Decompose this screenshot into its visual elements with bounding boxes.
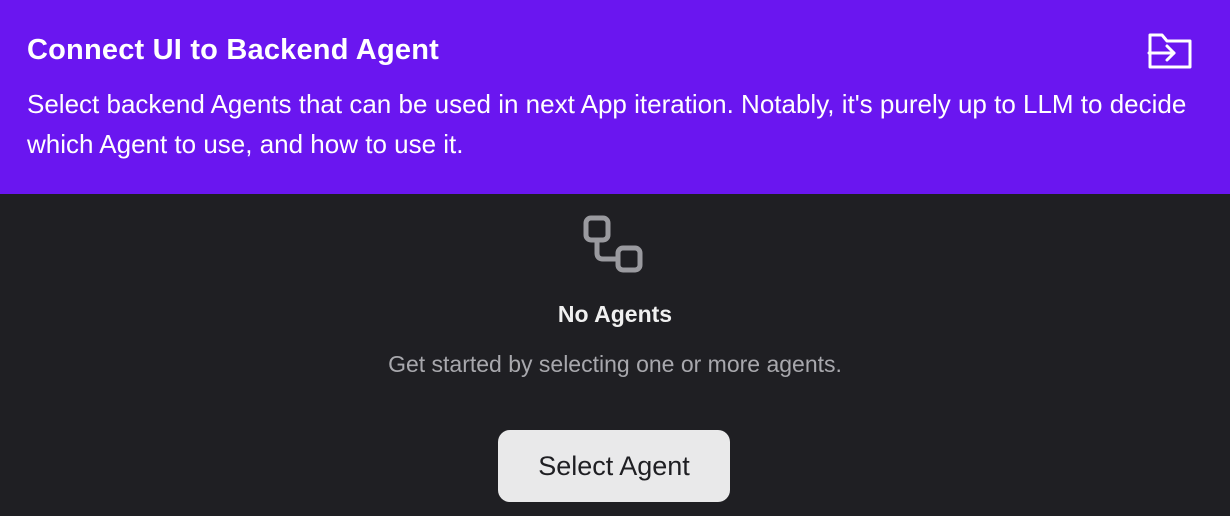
workflow-nodes-icon xyxy=(583,215,643,273)
page-title: Connect UI to Backend Agent xyxy=(27,34,439,66)
folder-import-button[interactable] xyxy=(1145,28,1195,72)
select-agent-button[interactable]: Select Agent xyxy=(498,430,730,502)
empty-state-subtitle: Get started by selecting one or more age… xyxy=(388,351,842,377)
panel-header: Connect UI to Backend Agent Select backe… xyxy=(0,0,1230,194)
connect-agent-panel: Connect UI to Backend Agent Select backe… xyxy=(0,0,1230,516)
page-description: Select backend Agents that can be used i… xyxy=(27,89,1187,159)
empty-state: No Agents Get started by selecting one o… xyxy=(0,194,1230,516)
empty-state-title: No Agents xyxy=(557,301,673,327)
folder-import-icon xyxy=(1147,33,1192,69)
